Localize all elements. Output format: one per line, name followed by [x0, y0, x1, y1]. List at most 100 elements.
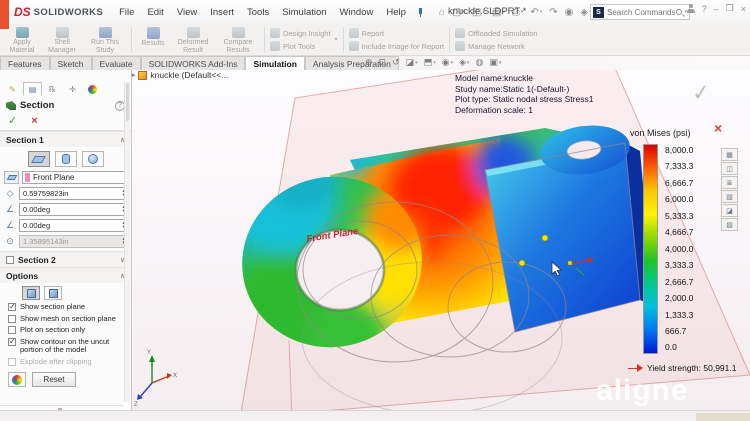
report-button[interactable]: Report [349, 28, 445, 38]
graphics-area[interactable]: Front Plane Y [132, 70, 750, 410]
triad-x-label: X [173, 373, 177, 379]
iso-clipping-icon[interactable]: ▧ [721, 190, 738, 203]
menu-file[interactable]: File [119, 7, 134, 18]
clip-both-sides-button[interactable] [44, 286, 62, 300]
compare-results-button[interactable]: Compare Results [215, 25, 261, 54]
plot-tools-dropdown-icon[interactable]: ▾ [333, 36, 340, 43]
x-rotation-input[interactable]: 0.00deg ▴▾ [19, 203, 127, 216]
property-manager-tab[interactable]: ▤ [23, 82, 42, 96]
model-name-line: Model name:knuckle [455, 73, 593, 84]
close-icon[interactable]: × [741, 4, 746, 14]
plot-tools-button[interactable]: Plot Tools [270, 41, 331, 51]
y-rotation-input[interactable]: 0.00deg ▴▾ [19, 219, 127, 232]
minimize-icon[interactable]: – [714, 4, 719, 14]
search-commands-box[interactable]: S ▾ [590, 4, 690, 20]
help-icon[interactable]: ? [702, 4, 707, 14]
section-clipping-icon[interactable]: ◪ [721, 204, 738, 217]
menu-tools[interactable]: Tools [247, 7, 269, 18]
run-this-study-button[interactable]: Run This Study [82, 25, 128, 54]
confirmation-ok-icon[interactable]: ✓ [691, 79, 712, 107]
display-manager-tab[interactable] [83, 82, 102, 96]
legend-tick-label: 8,000.0 [665, 146, 693, 155]
section-view-icon[interactable]: ◪▾ [406, 57, 418, 68]
view-settings-icon[interactable]: ▣▾ [489, 57, 501, 68]
probe-icon[interactable]: ≣ [721, 176, 738, 189]
clipping-settings-button[interactable] [8, 372, 26, 387]
planar-section-button[interactable] [28, 151, 50, 167]
confirmation-cancel-icon[interactable]: × [714, 120, 722, 136]
checkbox-show-section-plane[interactable]: Show section plane [8, 303, 125, 312]
cancel-button[interactable]: × [31, 116, 37, 126]
home-icon[interactable]: ⌂ [439, 7, 445, 18]
view-orientation-icon[interactable]: ⬒▾ [424, 57, 436, 68]
section1-group-header[interactable]: Section 1 ∧ [0, 131, 131, 147]
tab-evaluate[interactable]: Evaluate [92, 56, 141, 70]
appearance-icon[interactable]: ◍ [476, 57, 484, 68]
reset-button[interactable]: Reset [32, 372, 76, 387]
zoom-area-icon[interactable]: ⊡ [379, 57, 387, 68]
manage-network-button[interactable]: Manage Network [455, 41, 538, 51]
menu-edit[interactable]: Edit [147, 7, 163, 18]
deformed-shape-icon[interactable]: ▨ [721, 218, 738, 231]
search-scope-icon[interactable]: S [593, 7, 604, 18]
apply-material-button[interactable]: Apply Material [2, 25, 42, 54]
tree-root-label[interactable]: knuckle (Default<<... [150, 70, 228, 80]
solidworks-logo: DS SOLIDWORKS [14, 5, 103, 19]
deformed-result-button[interactable]: Deformed Result [171, 25, 215, 54]
options-group-header[interactable]: Options ∧ [0, 267, 131, 283]
design-insight-button[interactable]: Design Insight [270, 28, 331, 38]
chart-option-icon[interactable]: ◫ [721, 162, 738, 175]
legend-tick-label: 4,000.0 [665, 245, 693, 254]
feature-manager-tab[interactable]: ✎ [3, 82, 22, 96]
run-study-icon [99, 27, 112, 38]
configuration-manager-tab[interactable]: ℞ [43, 82, 62, 96]
checkbox-plot-on-section-only[interactable]: Plot on section only [8, 326, 125, 335]
undo-icon[interactable]: ↶▾ [530, 7, 542, 18]
tree-expand-icon[interactable]: ▶ [132, 71, 135, 79]
rebuild-icon[interactable]: ◉ [565, 7, 574, 18]
zoom-fit-icon[interactable]: ⊕ [365, 57, 373, 68]
reference-plane-field[interactable]: Front Plane [22, 171, 127, 184]
checkbox-show-contour-uncut[interactable]: Show contour on the uncut portion of the… [8, 338, 125, 355]
search-icon[interactable] [676, 9, 682, 15]
section2-checkbox[interactable] [6, 256, 14, 264]
offloaded-simulation-button[interactable]: Offloaded Simulation [455, 28, 538, 38]
menu-help[interactable]: Help [386, 7, 406, 18]
search-input[interactable] [607, 8, 676, 17]
checkbox-show-mesh-on-section-plane[interactable]: Show mesh on section plane [8, 315, 125, 324]
panel-splitter[interactable] [0, 405, 123, 406]
legend-bar [643, 144, 658, 354]
spherical-section-button[interactable] [82, 151, 104, 167]
legend-option-icon[interactable]: ▦ [721, 148, 738, 161]
previous-view-icon[interactable]: ↺ [392, 57, 400, 68]
results-button[interactable]: Results [135, 25, 171, 54]
dim-xpert-tab[interactable]: ✛ [63, 82, 82, 96]
flyout-feature-tree[interactable]: ▶ knuckle (Default<<... [132, 70, 228, 80]
legend-tick-label: 4,666.7 [665, 228, 693, 237]
tab-simulation[interactable]: Simulation [245, 56, 304, 70]
cylindrical-section-button[interactable] [55, 151, 77, 167]
section2-group-header[interactable]: Section 2 ∨ [0, 251, 131, 267]
hide-show-items-icon[interactable]: ◈▾ [459, 57, 469, 68]
clip-one-side-button[interactable] [22, 286, 40, 300]
user-account-icon[interactable] [687, 4, 695, 13]
display-style-icon[interactable]: ◉▾ [442, 57, 453, 68]
panel-scrollbar[interactable] [124, 82, 130, 402]
reference-plane-button[interactable] [4, 171, 19, 184]
menu-view[interactable]: View [177, 7, 197, 18]
tab-features[interactable]: Features [0, 56, 50, 70]
menu-insert[interactable]: Insert [210, 7, 234, 18]
apply-material-icon [16, 27, 29, 38]
tab-solidworks-add-ins[interactable]: SOLIDWORKS Add-Ins [141, 56, 246, 70]
shell-manager-button[interactable]: Shell Manager [42, 25, 82, 54]
menu-simulation[interactable]: Simulation [282, 7, 326, 18]
restore-icon[interactable]: ❒ [726, 3, 734, 14]
ok-button[interactable]: ✓ [8, 116, 17, 126]
include-image-for-report-button[interactable]: Include Image for Report [349, 41, 445, 51]
tab-sketch[interactable]: Sketch [50, 56, 92, 70]
offset-distance-input[interactable]: 0.59759823in ▴▾ [19, 187, 127, 200]
redo-icon[interactable]: ↷ [549, 7, 557, 18]
pin-menu-icon[interactable] [416, 8, 425, 17]
menu-window[interactable]: Window [340, 7, 374, 18]
plot-type-line: Plot type: Static nodal stress Stress1 [455, 94, 593, 105]
